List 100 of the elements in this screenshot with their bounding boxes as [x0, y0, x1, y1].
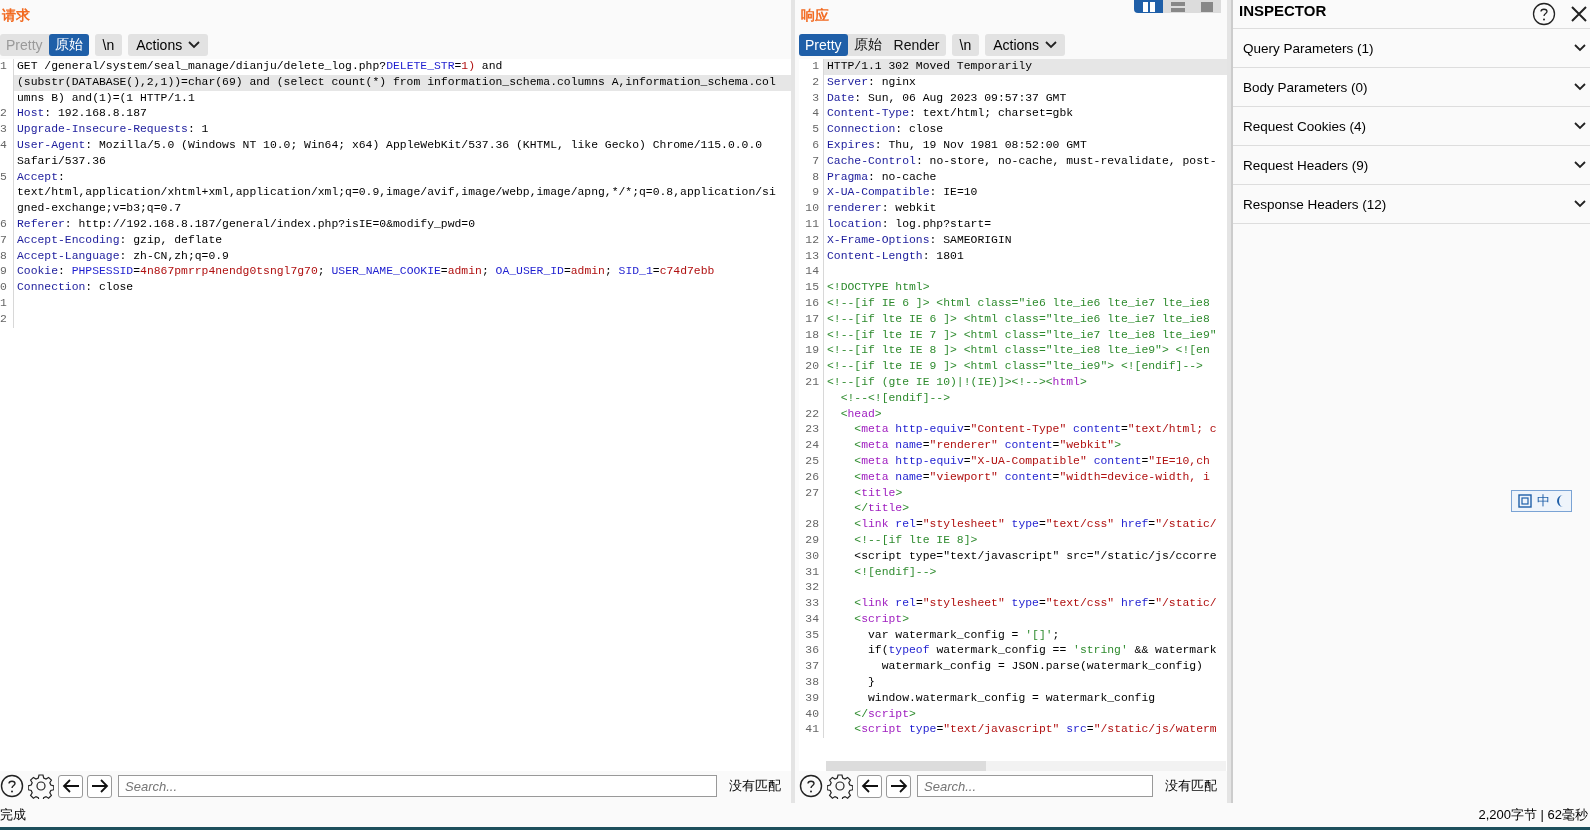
help-icon[interactable] — [1532, 2, 1556, 26]
code-line: <script> — [853, 612, 910, 625]
code-line: <!--[if lte IE 8]> — [853, 533, 978, 546]
inspector-section[interactable]: Request Headers (9) — [1233, 146, 1590, 185]
line-number: 19 — [805, 344, 819, 357]
line-number: 32 — [805, 581, 819, 594]
line-number: 11 — [805, 217, 819, 230]
code-line: <meta http-equiv="Content-Type" content="text/html; c — [853, 423, 1217, 436]
square-icon — [1518, 494, 1532, 508]
code-line: Upgrade-Insecure-Requests: 1 — [17, 123, 209, 136]
actions-button[interactable]: Actions — [985, 34, 1066, 56]
newline-button[interactable]: \n — [951, 34, 980, 56]
code-line: <!DOCTYPE html> — [827, 281, 930, 294]
line-number: 26 — [805, 470, 819, 483]
code-line: renderer: webkit — [827, 202, 937, 215]
line-number: 4 — [812, 107, 819, 120]
previous-button[interactable] — [857, 774, 882, 798]
code-line: User-Agent: Mozilla/5.0 (Windows NT 10.0; Win64; x64) AppleWebKit/537.36 (KHTML, like Gecko) Chrome/115.0.0.0 — [17, 139, 763, 151]
code-line: <!--[if lte IE 6 ]> <html class="lte_ie6 lte_ie7 lte_ie8 — [827, 312, 1210, 325]
line-number: 33 — [805, 597, 819, 610]
line-number: 1 — [812, 60, 819, 72]
help-icon[interactable] — [799, 774, 823, 798]
inspector-title: INSPECTOR — [1239, 1, 1328, 19]
line-number: 3 — [0, 123, 7, 136]
line-number: 14 — [805, 265, 819, 278]
code-line: gned-exchange;v=b3;q=0.7 — [17, 202, 182, 215]
chevron-icon — [1574, 122, 1586, 130]
line-number: 2 — [0, 107, 7, 120]
chevron-down-icon — [1045, 41, 1058, 49]
match-status: 没有匹配 — [1164, 777, 1218, 795]
line-number: 35 — [805, 628, 819, 641]
code-line: X-Frame-Options: SAMEORIGIN — [827, 233, 1012, 246]
line-number: 16 — [805, 296, 819, 309]
line-number: 15 — [805, 281, 819, 294]
status-text: 完成 — [0, 806, 26, 824]
line-number: 6 — [0, 217, 7, 230]
chevron-icon — [1574, 83, 1586, 91]
line-number: 3 — [812, 91, 819, 104]
inspector-section[interactable]: Response Headers (12) — [1233, 185, 1590, 224]
line-number: 36 — [805, 644, 819, 657]
line-number: 1 — [0, 296, 7, 309]
ime-toolbar[interactable]: 中 — [1511, 490, 1572, 512]
layout-button[interactable] — [1134, 0, 1163, 13]
code-line: <!--[if lte IE 8 ]> <html class="lte_ie8 lte_ie9"> <![en — [827, 344, 1210, 357]
code-line: X-UA-Compatible: IE=10 — [827, 186, 978, 199]
line-number: 12 — [805, 233, 819, 246]
chevron-icon — [1574, 161, 1586, 169]
panel-title: 请求 — [1, 7, 30, 25]
line-number: 41 — [805, 723, 819, 736]
code-line: </title> — [853, 502, 910, 515]
view-tab[interactable]: 原始 — [847, 34, 888, 56]
code-line: Date: Sun, 06 Aug 2023 09:57:37 GMT — [827, 91, 1067, 104]
rows-icon — [1170, 2, 1185, 12]
search-field[interactable]: Search... — [118, 775, 717, 797]
line-number: 25 — [805, 454, 819, 467]
view-tab[interactable]: Pretty — [799, 34, 848, 56]
line-number: 28 — [805, 518, 819, 531]
line-number: 37 — [805, 660, 819, 673]
line-number: 10 — [805, 202, 819, 215]
close-icon[interactable] — [1570, 5, 1588, 23]
status-stats: 2,200字节 | 62毫秒 — [1478, 806, 1588, 824]
view-tab[interactable]: Render — [887, 34, 946, 56]
inspector-section[interactable]: Query Parameters (1) — [1233, 29, 1590, 68]
code-line: Expires: Thu, 19 Nov 1981 08:52:00 GMT — [827, 139, 1087, 151]
panel-title: 响应 — [800, 7, 829, 25]
line-number: 30 — [805, 549, 819, 562]
code-line: <script type="text/javascript" src="/static/js/ccorre — [853, 549, 1217, 562]
actions-button[interactable]: Actions — [128, 34, 209, 56]
code-line: <link rel="stylesheet" type="text/css" href="/static/ — [853, 518, 1217, 531]
line-number: 6 — [812, 139, 819, 151]
line-number: 31 — [805, 565, 819, 578]
inspector-section[interactable]: Body Parameters (0) — [1233, 68, 1590, 107]
code-line: <head> — [839, 407, 882, 420]
code-line: GET /general/system/seal_manage/dianju/delete_log.php?DELETE_STR=1) and — [17, 60, 503, 72]
next-button[interactable] — [886, 774, 911, 798]
next-button[interactable] — [87, 774, 112, 798]
help-icon[interactable] — [0, 774, 24, 798]
search-field[interactable]: Search... — [917, 775, 1153, 797]
line-number: 2 — [0, 312, 7, 325]
line-number: 24 — [805, 439, 819, 452]
code-line: <!--[if lte IE 9 ]> <html class="lte_ie9"> <![endif]--> — [827, 360, 1203, 373]
settings-icon[interactable] — [827, 773, 853, 799]
scrollbar[interactable] — [826, 761, 986, 771]
settings-icon[interactable] — [28, 773, 54, 799]
view-tab[interactable]: 原始 — [48, 34, 89, 56]
previous-button[interactable] — [58, 774, 83, 798]
chevron-icon — [1574, 200, 1586, 208]
line-number: 0 — [0, 281, 7, 294]
code-line: Accept: — [17, 170, 65, 183]
line-number: 1 — [0, 60, 7, 72]
code-line: Accept-Language: zh-CN,zh;q=0.9 — [17, 249, 229, 262]
code-line: <script type="text/javascript" src="/static/js/waterm — [853, 723, 1217, 736]
line-number: 8 — [0, 249, 7, 262]
code-line: Content-Type: text/html; charset=gbk — [827, 107, 1074, 120]
newline-button[interactable]: \n — [94, 34, 123, 56]
line-number: 4 — [0, 139, 7, 151]
code-line: if(typeof watermark_config == 'string' && watermark — [867, 644, 1217, 657]
code-line: Cookie: PHPSESSID=4n867pmrrp4nendg0tsngl7g70; USER_NAME_COOKIE=admin; OA_USER_ID=admin; SID_1=c74d7ebb — [17, 265, 715, 278]
inspector-section[interactable]: Request Cookies (4) — [1233, 107, 1590, 146]
line-number: 21 — [805, 375, 819, 388]
